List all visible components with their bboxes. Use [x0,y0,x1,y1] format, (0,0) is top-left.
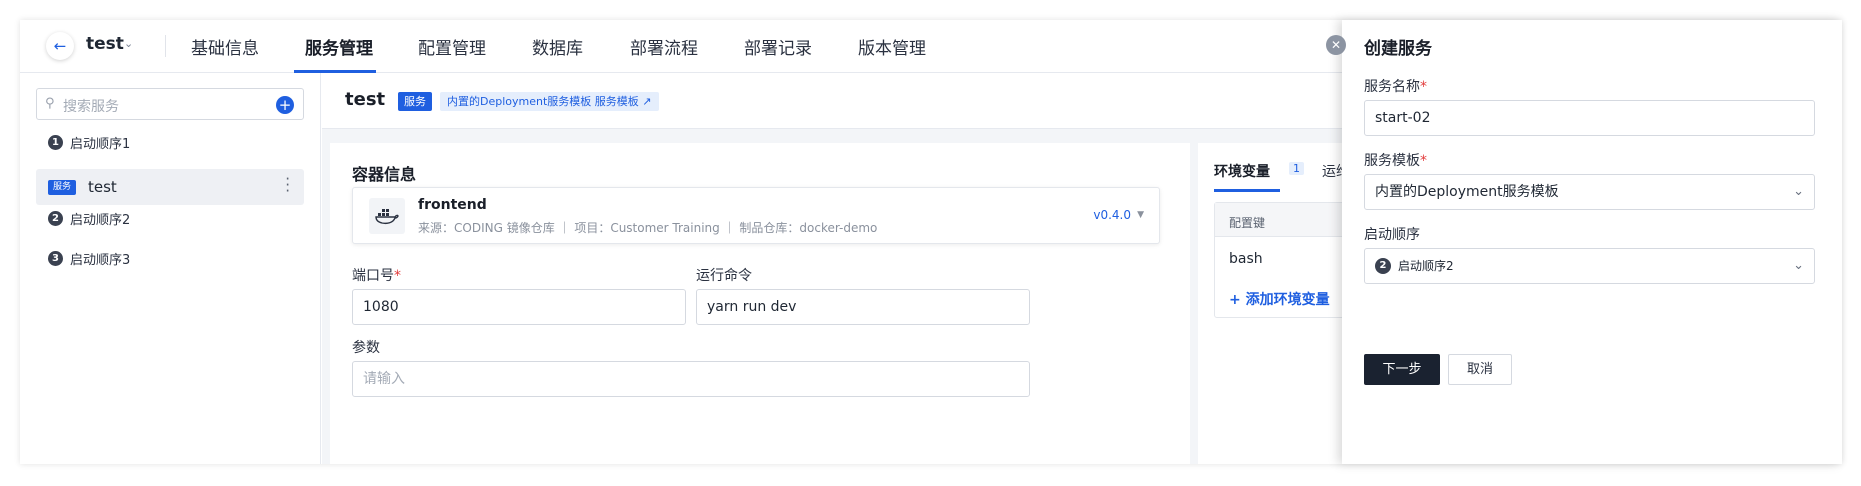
drawer-title: 创建服务 [1364,39,1432,59]
params-label: 参数 [352,340,380,356]
port-input[interactable]: 1080 [352,289,686,325]
close-icon[interactable]: ✕ [1326,35,1346,55]
docker-icon [369,198,405,234]
active-tab-indicator [1214,189,1280,192]
chevron-down-icon[interactable]: ⌄ [124,37,133,50]
command-label: 运行命令 [696,268,752,284]
cancel-button[interactable]: 取消 [1448,354,1512,385]
port-label: 端口号* [352,268,401,284]
selected-order: 启动顺序2 [1398,259,1454,273]
tab-database[interactable]: 数据库 [532,34,583,59]
next-step-button[interactable]: 下一步 [1364,354,1440,385]
service-type-badge: 服务 [398,92,432,111]
add-env-var-button[interactable]: + 添加环境变量 [1229,289,1330,309]
add-service-button[interactable]: + [276,96,294,114]
more-vertical-icon[interactable]: · · · [285,172,290,199]
start-order-label: 启动顺序 [1364,227,1420,243]
group-label: 启动顺序2 [70,213,131,228]
tab-deploy-flow[interactable]: 部署流程 [630,34,698,59]
section-title: 容器信息 [352,165,417,184]
plus-icon: + [1229,292,1246,308]
order-number-badge: 2 [48,211,63,226]
chevron-down-icon: ⌄ [1793,184,1804,199]
arrow-left-icon: ← [53,37,67,55]
tab-version-management[interactable]: 版本管理 [858,34,926,59]
tab-basic-info[interactable]: 基础信息 [191,34,259,59]
command-input[interactable]: yarn run dev [696,289,1030,325]
start-order-select[interactable]: 2 启动顺序2 ⌄ [1364,248,1815,284]
container-info-card: 容器信息 frontend 来源：CODING 镜像仓库 ｜ 项目：Custom… [330,143,1190,464]
service-name: test [88,178,117,196]
chevron-down-icon: ⌄ [1793,258,1804,273]
group-order-2: 2 启动顺序2 [48,209,130,228]
nav-divider [165,35,166,57]
service-template-label: 服务模板* [1364,153,1427,169]
order-number-badge: 3 [48,251,63,266]
service-list-item[interactable]: 服务 test · · · [36,169,304,205]
caret-down-icon[interactable]: ▼ [1137,210,1144,220]
container-meta: 来源：CODING 镜像仓库 ｜ 项目：Customer Training ｜ … [418,221,878,235]
tab-service-management[interactable]: 服务管理 [305,34,373,59]
template-link[interactable]: 内置的Deployment服务模板 服务模板 ↗ [440,92,659,111]
service-badge: 服务 [48,180,77,195]
project-name[interactable]: test [86,34,124,54]
tab-deploy-records[interactable]: 部署记录 [744,34,812,59]
order-number-badge: 2 [1375,258,1391,274]
service-title: test [345,89,386,110]
search-icon: ⚲ [45,96,55,111]
group-order-3: 3 启动顺序3 [48,249,130,268]
group-label: 启动顺序1 [70,137,131,152]
tab-env-vars[interactable]: 环境变量 [1214,161,1270,181]
create-service-drawer: ✕ 创建服务 服务名称* start-02 服务模板* 内置的Deploymen… [1326,20,1842,464]
service-name-label: 服务名称* [1364,79,1427,95]
selected-template: 内置的Deployment服务模板 [1375,184,1559,200]
search-placeholder: 搜索服务 [63,99,119,115]
container-item[interactable]: frontend 来源：CODING 镜像仓库 ｜ 项目：Customer Tr… [352,187,1160,244]
group-order-1: 1 启动顺序1 [48,133,130,152]
search-service-input[interactable]: ⚲ 搜索服务 + [36,88,304,120]
back-button[interactable]: ← [46,32,74,60]
version-select[interactable]: v0.4.0 [1093,208,1131,222]
service-name-input[interactable]: start-02 [1364,100,1815,136]
env-count-badge: 1 [1289,162,1304,175]
env-key-cell: bash [1229,251,1263,267]
order-number-badge: 1 [48,135,63,150]
service-sidebar: ⚲ 搜索服务 + 1 启动顺序1 服务 test · · · 2 启动顺序2 3 启… [20,73,321,464]
tab-config-management[interactable]: 配置管理 [418,34,486,59]
service-template-select[interactable]: 内置的Deployment服务模板 ⌄ [1364,174,1815,210]
container-name: frontend [418,197,487,213]
group-label: 启动顺序3 [70,253,131,268]
params-input[interactable]: 请输入 [352,361,1030,397]
